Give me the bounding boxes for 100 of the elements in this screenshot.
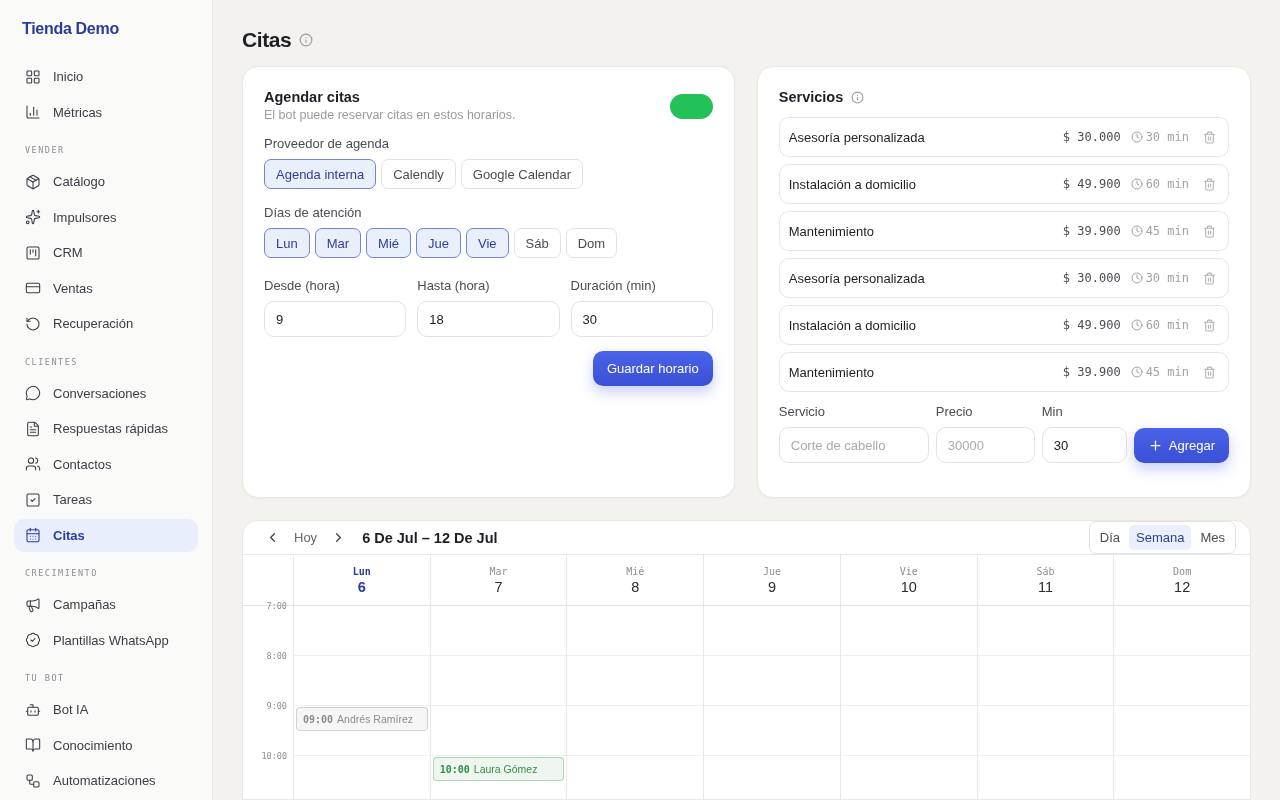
service-price: $ 39.900 bbox=[1062, 365, 1121, 379]
view-tab[interactable]: Día bbox=[1092, 525, 1127, 550]
hour-label: 8:00 bbox=[266, 651, 287, 661]
nav-item[interactable]: Bot IA bbox=[14, 693, 198, 726]
nav-item[interactable]: Impulsores bbox=[14, 200, 198, 234]
view-tab[interactable]: Semana bbox=[1129, 525, 1192, 550]
service-price: $ 49.900 bbox=[1062, 318, 1121, 332]
day-number: 11 bbox=[1037, 578, 1053, 595]
field-label: Duración (min) bbox=[570, 278, 657, 293]
nav-item[interactable]: Automatizaciones bbox=[14, 764, 198, 797]
field-label: Días de atención bbox=[264, 205, 363, 220]
nav-item[interactable]: Citas bbox=[14, 518, 198, 552]
service-duration: 45 min bbox=[1145, 365, 1189, 379]
users-icon bbox=[25, 456, 41, 472]
brand-name: Tienda Demo bbox=[21, 20, 120, 38]
trash-icon[interactable] bbox=[1203, 318, 1216, 332]
trash-icon[interactable] bbox=[1203, 177, 1216, 191]
document-icon bbox=[25, 420, 41, 437]
card-subtitle: El bot puede reservar citas en estos horarios. bbox=[264, 108, 516, 122]
day-option[interactable]: Jue bbox=[416, 228, 461, 258]
workflow-icon bbox=[25, 772, 41, 789]
day-option[interactable]: Lun bbox=[264, 228, 310, 258]
badge-check-icon bbox=[25, 632, 41, 648]
service-duration: 60 min bbox=[1145, 177, 1189, 191]
view-tab[interactable]: Mes bbox=[1193, 525, 1232, 550]
service-name: Instalación a domicilio bbox=[788, 317, 917, 333]
nav-item[interactable]: Recuperación bbox=[14, 307, 198, 340]
calendar-icon bbox=[25, 527, 41, 543]
clock-icon bbox=[1130, 319, 1143, 331]
nav-item[interactable]: Conversaciones bbox=[14, 376, 198, 410]
service-duration: 30 min bbox=[1145, 130, 1189, 144]
provider-option[interactable]: Agenda interna bbox=[264, 159, 377, 189]
number-field[interactable]: 9 bbox=[264, 301, 407, 337]
weekday-label: Mié bbox=[626, 565, 645, 577]
weekday-label: Sáb bbox=[1036, 565, 1055, 577]
number-field[interactable]: 30 bbox=[570, 301, 713, 337]
robot-icon bbox=[25, 701, 41, 718]
nav-item[interactable]: Respuestas rápidas bbox=[14, 412, 198, 445]
day-number: 8 bbox=[631, 578, 640, 595]
day-option[interactable]: Dom bbox=[565, 228, 618, 258]
card-icon bbox=[25, 280, 41, 296]
weekday-label: Lun bbox=[352, 565, 371, 577]
number-field[interactable]: 18 bbox=[417, 301, 560, 337]
service-price: $ 49.900 bbox=[1062, 177, 1121, 191]
save-button[interactable]: Guardar horario bbox=[592, 351, 713, 386]
card-title: Agendar citas bbox=[264, 89, 361, 105]
hour-label: 10:00 bbox=[261, 751, 287, 761]
box-icon bbox=[25, 173, 41, 190]
checkbox-icon bbox=[25, 491, 41, 508]
undo-icon bbox=[25, 315, 41, 332]
field-label: Servicio bbox=[778, 404, 826, 419]
service-price: $ 30.000 bbox=[1062, 130, 1121, 144]
info-icon[interactable] bbox=[299, 33, 314, 47]
day-option[interactable]: Vie bbox=[466, 228, 509, 258]
info-icon[interactable] bbox=[851, 90, 865, 104]
nav-item[interactable]: CRM bbox=[14, 236, 198, 269]
nav-item[interactable]: Métricas bbox=[14, 95, 198, 129]
service-duration: 30 min bbox=[1145, 271, 1189, 285]
day-option[interactable]: Mié bbox=[366, 228, 412, 258]
trash-icon[interactable] bbox=[1203, 271, 1216, 285]
plus-icon bbox=[1147, 438, 1163, 453]
nav-item[interactable]: Ventas bbox=[14, 271, 198, 305]
day-number: 6 bbox=[357, 578, 366, 595]
nav-item[interactable]: Campañas bbox=[14, 588, 198, 621]
input-field[interactable]: Corte de cabello bbox=[778, 427, 929, 463]
grid-icon bbox=[25, 68, 41, 85]
clock-icon bbox=[1130, 131, 1143, 143]
input-field[interactable]: 30000 bbox=[935, 427, 1035, 463]
toggle-switch[interactable] bbox=[669, 94, 713, 119]
field-label: Min bbox=[1041, 404, 1064, 419]
day-number: 9 bbox=[767, 578, 777, 595]
day-option[interactable]: Sáb bbox=[513, 228, 561, 258]
provider-option[interactable]: Google Calendar bbox=[460, 159, 584, 189]
calendar-event[interactable]: 10:00 Laura Gómez bbox=[432, 757, 565, 781]
clock-icon bbox=[1130, 178, 1143, 190]
day-number: 7 bbox=[494, 578, 503, 595]
input-field[interactable]: 30 bbox=[1041, 427, 1127, 463]
weekday-label: Dom bbox=[1173, 565, 1192, 577]
nav-item[interactable]: Inicio bbox=[14, 60, 198, 93]
trash-icon[interactable] bbox=[1203, 224, 1216, 238]
board-icon bbox=[25, 244, 41, 261]
field-label: Precio bbox=[935, 404, 974, 419]
nav-item[interactable]: Tareas bbox=[14, 483, 198, 516]
section-heading: CRECIMIENTO bbox=[24, 568, 99, 578]
trash-icon[interactable] bbox=[1203, 365, 1216, 379]
weekday-label: Mar bbox=[489, 565, 508, 577]
section-heading: VENDER bbox=[24, 145, 66, 155]
service-name: Instalación a domicilio bbox=[788, 176, 917, 192]
nav-item[interactable]: Contactos bbox=[14, 447, 198, 481]
nav-item[interactable]: Conocimiento bbox=[14, 728, 198, 762]
field-label: Desde (hora) bbox=[264, 278, 341, 293]
sparkles-icon bbox=[25, 209, 41, 225]
today-button[interactable]: Hoy bbox=[282, 530, 330, 545]
trash-icon[interactable] bbox=[1203, 130, 1216, 144]
add-button[interactable]: Agregar bbox=[1133, 428, 1229, 463]
provider-option[interactable]: Calendly bbox=[381, 159, 456, 189]
nav-item[interactable]: Catálogo bbox=[14, 165, 198, 198]
nav-item[interactable]: Plantillas WhatsApp bbox=[14, 623, 198, 657]
day-option[interactable]: Mar bbox=[314, 228, 362, 258]
section-heading: TU BOT bbox=[24, 673, 66, 683]
